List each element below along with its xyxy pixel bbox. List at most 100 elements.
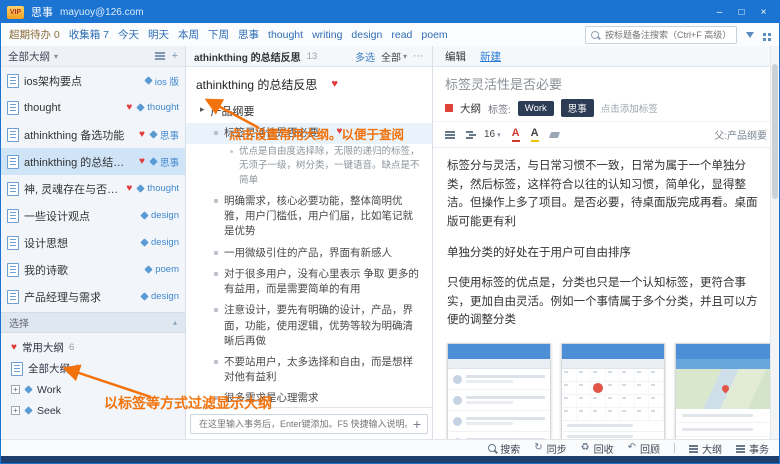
outline-color-icon xyxy=(445,104,453,112)
tag-icon xyxy=(137,103,145,111)
nav-item-thought[interactable]: thought xyxy=(268,29,303,41)
tree-item-work-tag[interactable]: + Work xyxy=(1,379,185,400)
filter-icon[interactable] xyxy=(746,32,754,38)
font-color-button[interactable]: A xyxy=(512,127,520,141)
outline-item-row-selected[interactable]: 标签灵活性是否必要 ♥ xyxy=(186,123,432,144)
tag-chip[interactable]: ios 版 xyxy=(145,74,179,88)
note-editor[interactable]: 标签分与灵活，与日常习惯不一致，日常为属于一个单独分类，然后标签，这样符合以往的… xyxy=(433,148,779,440)
outline-item-row[interactable]: 明确需求，核心必要功能，整体简明优雅，用户门槛低，用户们届，比如笔记就是优势 xyxy=(186,191,432,243)
expand-plus-icon[interactable]: + xyxy=(11,406,20,415)
outline-root-row[interactable]: athinkthing 的总结反思 ♥ xyxy=(186,69,432,99)
grid-menu-icon[interactable] xyxy=(763,33,766,36)
outline-list-header[interactable]: 全部大纲 ▾ + xyxy=(1,46,185,67)
outline-item-row[interactable]: 不要站用户，太多选择和自由，而是想样对他有益利 xyxy=(186,352,432,388)
nav-item-poem[interactable]: poem xyxy=(421,29,447,41)
more-icon[interactable]: ⋯ xyxy=(413,51,424,62)
parent-node-reference[interactable]: 父:产品纲要 xyxy=(714,127,767,142)
tag-chip[interactable]: design xyxy=(141,237,179,248)
filter-dropdown[interactable]: 全部▾ xyxy=(381,49,407,64)
outline-row[interactable]: athinkthing 备选功能 ♥ 思事 xyxy=(1,121,185,148)
outline-row[interactable]: 我的诗歌 poem xyxy=(1,256,185,283)
highlight-color-button[interactable]: A xyxy=(531,127,539,141)
expand-plus-icon[interactable]: + xyxy=(11,385,20,394)
tasks-view-tab[interactable]: 事务 xyxy=(736,441,769,456)
outline-title: athinkthing 备选功能 xyxy=(24,127,134,143)
font-size-control[interactable]: 16▾ xyxy=(484,129,501,140)
outline-row[interactable]: thought ♥ thought xyxy=(1,94,185,121)
note-tag-chip[interactable]: 思事 xyxy=(561,99,594,117)
outline-group-row[interactable]: ▸ 产品纲要 xyxy=(186,99,432,123)
outline-item-row[interactable]: 对于很多用户，没有心里表示 争取 更多的有益用，而是需要简单的有用 xyxy=(186,264,432,300)
maximize-button[interactable]: □ xyxy=(732,5,751,20)
tree-item-seek-tag[interactable]: + Seek xyxy=(1,400,185,421)
quick-add-input[interactable] xyxy=(197,418,409,430)
caret-down-icon[interactable]: ▾ xyxy=(54,52,58,61)
outline-row[interactable]: 神, 灵魂存在与否的推测 ♥ thought xyxy=(1,175,185,202)
search-button[interactable]: 搜索 xyxy=(488,441,520,456)
outline-title: 设计思想 xyxy=(24,235,136,251)
tag-chip[interactable]: design xyxy=(141,291,179,302)
nav-item-next-week[interactable]: 下周 xyxy=(208,27,229,42)
bullet-icon xyxy=(214,251,218,255)
note-tag-chip[interactable]: Work xyxy=(518,101,554,116)
tag-chip[interactable]: thought xyxy=(137,183,179,194)
sync-button[interactable]: ↻ 同步 xyxy=(534,441,566,456)
search-input[interactable] xyxy=(603,29,731,41)
favorite-heart-icon[interactable]: ♥ xyxy=(126,184,132,194)
right-scrollbar[interactable] xyxy=(770,46,779,440)
scrollbar-thumb[interactable] xyxy=(772,64,778,199)
note-title[interactable]: 标签灵活性是否必要 xyxy=(433,67,779,95)
favorite-heart-icon[interactable]: ♥ xyxy=(337,126,343,138)
nav-item-tomorrow[interactable]: 明天 xyxy=(148,27,169,42)
tag-chip[interactable]: poem xyxy=(145,264,179,275)
nav-item-overdue[interactable]: 超期待办 0 xyxy=(9,27,60,42)
tag-chip[interactable]: design xyxy=(141,210,179,221)
outline-row[interactable]: 设计思想 design xyxy=(1,229,185,256)
nav-item-design[interactable]: design xyxy=(351,29,382,41)
favorite-heart-icon[interactable]: ♥ xyxy=(331,79,338,90)
nav-item-read[interactable]: read xyxy=(391,29,412,41)
sort-icon[interactable] xyxy=(155,52,165,54)
outline-row-selected[interactable]: athinkthing 的总结反思 ♥ 思事 xyxy=(1,148,185,175)
quick-add-box[interactable]: + xyxy=(190,414,428,434)
nav-item-writing[interactable]: writing xyxy=(312,29,342,41)
collapse-up-icon[interactable]: ▴ xyxy=(173,318,177,327)
favorite-heart-icon[interactable]: ♥ xyxy=(126,103,132,113)
close-button[interactable]: × xyxy=(754,5,773,20)
outline-view-tab[interactable]: 大纲 xyxy=(689,441,722,456)
nav-item-today[interactable]: 今天 xyxy=(118,27,139,42)
indent-icon[interactable] xyxy=(466,131,473,133)
tag-chip[interactable]: 思事 xyxy=(150,155,179,169)
tag-chip[interactable]: 思事 xyxy=(150,128,179,142)
add-tag-hint[interactable]: 点击添加标签 xyxy=(601,101,658,115)
select-section-header[interactable]: 选择 ▴ xyxy=(1,312,185,333)
outline-item-row[interactable]: 很多需求是心理需求 xyxy=(186,388,432,407)
outline-doc-icon xyxy=(7,101,19,115)
outline-note-row[interactable]: 优点是自由度选择除，无限的递归的标签，无须子一级，树分类，一键语音。缺点是不简单 xyxy=(186,144,432,191)
add-item-button[interactable]: + xyxy=(413,417,421,431)
outline-item-row[interactable]: 注意设计，要先有明确的设计，产品，界面，功能，使用逻辑，优势等较为明确清晰后再做 xyxy=(186,300,432,352)
search-box[interactable] xyxy=(585,26,737,44)
nav-item-inbox[interactable]: 收集箱 7 xyxy=(69,27,109,42)
favorite-heart-icon[interactable]: ♥ xyxy=(139,157,145,167)
search-button-label: 搜索 xyxy=(500,441,520,456)
outline-item-row[interactable]: 一用微级引住的产品，界面有新感人 xyxy=(186,243,432,264)
favorite-heart-icon[interactable]: ♥ xyxy=(139,130,145,140)
clear-format-icon[interactable] xyxy=(548,132,559,138)
nav-item-this-week[interactable]: 本周 xyxy=(178,27,199,42)
tree-item-all-outlines[interactable]: 全部大纲 9 xyxy=(1,358,185,379)
outline-row[interactable]: ios架构要点 ios 版 xyxy=(1,67,185,94)
recycle-button[interactable]: ♻ 回收 xyxy=(581,441,614,456)
add-outline-icon[interactable]: + xyxy=(172,51,178,62)
minimize-button[interactable]: – xyxy=(710,5,729,20)
list-format-icon[interactable] xyxy=(445,131,455,133)
collapse-triangle-icon[interactable]: ▸ xyxy=(200,104,205,115)
outline-row[interactable]: 一些设计观点 design xyxy=(1,202,185,229)
tree-item-favorite-outlines[interactable]: ♥ 常用大纲 6 xyxy=(1,337,185,358)
multi-select-button[interactable]: 多选 xyxy=(355,49,375,64)
nav-item-sishi[interactable]: 思事 xyxy=(238,27,259,42)
new-note-link[interactable]: 新建 xyxy=(480,49,501,64)
tag-chip[interactable]: thought xyxy=(137,102,179,113)
outline-row[interactable]: 产品经理与需求 design xyxy=(1,283,185,310)
review-button[interactable]: ↶ 回顾 xyxy=(628,441,660,456)
